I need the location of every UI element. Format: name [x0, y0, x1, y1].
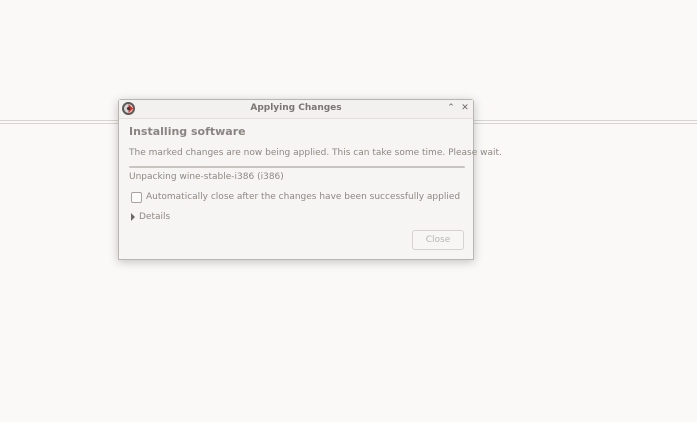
maximize-button[interactable]: ⌃ [445, 102, 457, 114]
details-label: Details [139, 212, 171, 222]
close-window-button[interactable]: ✕ [459, 102, 471, 114]
expander-arrow-icon [131, 213, 135, 221]
chevron-up-icon: ⌃ [447, 103, 455, 113]
auto-close-option[interactable]: Automatically close after the changes ha… [131, 191, 460, 203]
details-expander[interactable]: Details [131, 211, 170, 223]
description-text: The marked changes are now being applied… [129, 148, 502, 158]
titlebar: Applying Changes ⌃ ✕ [119, 100, 473, 119]
status-text: Unpacking wine-stable-i386 (i386) [129, 172, 284, 182]
progress-bar [129, 166, 465, 168]
close-button[interactable]: Close [412, 230, 464, 250]
window-title: Applying Changes [250, 103, 342, 113]
applying-changes-dialog: Applying Changes ⌃ ✕ Installing software… [118, 99, 502, 260]
close-icon: ✕ [461, 103, 469, 113]
auto-close-checkbox[interactable] [131, 191, 142, 203]
auto-close-label: Automatically close after the changes ha… [146, 192, 461, 202]
page-title: Installing software [129, 125, 246, 138]
progress-bar-fill [129, 166, 465, 168]
